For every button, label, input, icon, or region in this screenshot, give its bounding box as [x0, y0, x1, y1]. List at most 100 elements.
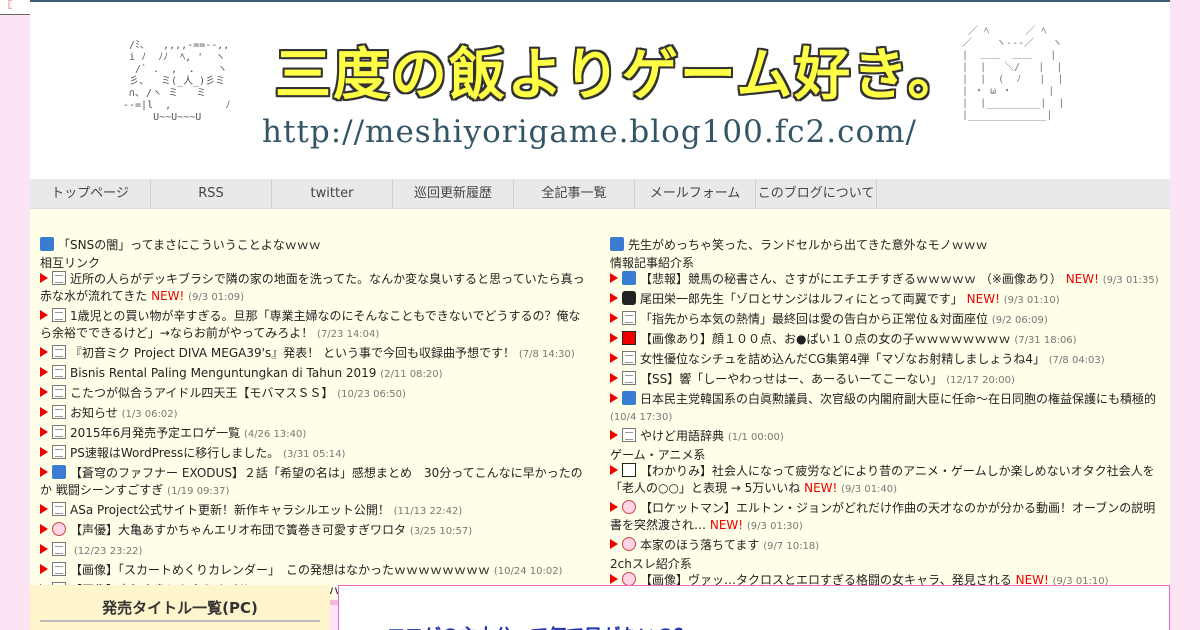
new-badge: NEW!	[151, 289, 185, 303]
feed-item-link[interactable]: 【ロケットマン】エルトン・ジョンがどれだけ作曲の天才なのかが分かる動画！オーブン…	[610, 501, 1155, 532]
site-url[interactable]: http://meshiyorigame.blog100.fc2.com/	[262, 114, 917, 150]
new-badge: NEW!	[804, 481, 838, 495]
feed-item-link[interactable]: 【画像】「スカートめくりカレンダー」 この発想はなかったｗｗｗｗｗｗｗｗ	[70, 563, 490, 577]
feed-item-link[interactable]: 近所の人らがデッキブラシで隣の家の地面を洗ってた。なんか変な臭いすると思っていた…	[40, 272, 585, 303]
item-timestamp: (7/31 18:06)	[1014, 335, 1077, 346]
feed-item[interactable]: Bisnis Rental Paling Menguntungkan di Ta…	[40, 365, 590, 383]
red-arrow-icon	[40, 564, 48, 574]
nav-top-page[interactable]: トップページ	[30, 179, 151, 208]
feed-item-link[interactable]: 2015年6月発売予定エロゲ一覧	[70, 426, 240, 440]
feed-item-link[interactable]: 「SNSの闇」ってまさにこういうことよなｗｗｗ	[58, 238, 321, 252]
feed-item[interactable]: 近所の人らがデッキブラシで隣の家の地面を洗ってた。なんか変な臭いすると思っていた…	[40, 271, 590, 306]
doc-thumbnail-icon	[622, 428, 636, 442]
feed-item[interactable]: ASa Project公式サイト更新！新作キャラシルエット公開！ (11/13 …	[40, 502, 590, 520]
feed-item[interactable]: お知らせ (1/3 06:02)	[40, 405, 590, 423]
item-timestamp: (3/31 05:14)	[283, 449, 346, 460]
red-arrow-icon	[40, 407, 48, 417]
red-arrow-icon	[40, 427, 48, 437]
red-arrow-icon	[40, 273, 48, 283]
feed-item[interactable]: 尾田栄一郎先生「ゾロとサンジはルフィにとって両翼です」 NEW! (9/3 01…	[610, 291, 1160, 309]
pen-thumbnail-icon	[52, 465, 66, 479]
feed-item[interactable]: 2015年6月発売予定エロゲ一覧 (4/26 13:40)	[40, 425, 590, 443]
feed-item[interactable]: 女性優位なシチュを詰め込んだCG集第4弾「マゾなお射精しましょうね4」 (7/8…	[610, 351, 1160, 369]
nav-all-articles[interactable]: 全記事一覧	[514, 179, 635, 208]
feed-item[interactable]: 【わかりみ】社会人になって疲労などにより昔のアニメ・ゲームしか楽しめないオタク社…	[610, 463, 1160, 498]
feed-item-link[interactable]: 【声優】大亀あすかちゃんエリオ布団で簀巻き可愛すぎワロタ	[70, 523, 406, 537]
site-header[interactable]: /ﾐ､ ,,,,-==--,, i ﾉ ﾉﾉ ﾍ, ' ヽ /` . , ． ヽ…	[30, 2, 1170, 179]
feed-item-link[interactable]: 先生がめっちゃ笑った、ランドセルから出てきた意外なモノｗｗｗ	[628, 238, 988, 252]
feed-item-link[interactable]: 日本民主党韓国系の白眞勲議員、次官級の内閣府副大臣に任命～在日同胞の権益保護にも…	[640, 392, 1156, 406]
doc-thumbnail-icon	[52, 502, 66, 516]
red-arrow-icon	[40, 524, 48, 534]
feed-item[interactable]: 「指先から本気の熱情」最終回は愛の告白から正常位＆対面座位 (9/2 06:09…	[610, 311, 1160, 329]
feed-item-link[interactable]: お知らせ	[70, 406, 118, 420]
red-arrow-icon	[40, 504, 48, 514]
red-arrow-icon	[40, 387, 48, 397]
red-arrow-icon	[40, 367, 48, 377]
feed-item[interactable]: 【SS】響「しーやわっせはー、あーるいーてこーない」 (12/17 20:00)	[610, 371, 1160, 389]
feed-item[interactable]: PS速報はWordPressに移行しました。 (3/31 05:14)	[40, 445, 590, 463]
nav-rss[interactable]: RSS	[151, 179, 272, 208]
feed-spacer	[30, 209, 1170, 237]
feed-item[interactable]: 【画像】「スカートめくりカレンダー」 この発想はなかったｗｗｗｗｗｗｗｗ (10…	[40, 562, 590, 580]
nav-about[interactable]: このブログについて	[756, 179, 877, 208]
feed-item-link[interactable]: やけど用語辞典	[640, 429, 724, 443]
face-thumbnail-icon	[622, 500, 636, 514]
feed-item-link[interactable]: 【SS】響「しーやわっせはー、あーるいーてこーない」	[640, 372, 942, 386]
feed-item-link[interactable]: 【悲報】競馬の秘書さん、さすがにエチエチすぎるｗｗｗｗｗ （※画像あり）	[640, 272, 1062, 286]
global-nav: トップページ RSS twitter 巡回更新履歴 全記事一覧 メールフォーム …	[30, 179, 1170, 209]
feed-item[interactable]: 『初音ミク Project DIVA MEGA39's』発表！ という事で今回も…	[40, 345, 590, 363]
feed-item[interactable]: こたつが似合うアイドル四天王【モバマスＳＳ】 (10/23 06:50)	[40, 385, 590, 403]
item-timestamp: (1/3 06:02)	[121, 409, 178, 420]
item-timestamp: (4/26 13:40)	[244, 429, 307, 440]
feed-item-link[interactable]: 「指先から本気の熱情」最終回は愛の告白から正常位＆対面座位	[640, 312, 988, 326]
item-timestamp: (9/7 10:18)	[763, 541, 820, 552]
item-timestamp: (9/3 01:40)	[841, 484, 898, 495]
feed-item[interactable]: 先生がめっちゃ笑った、ランドセルから出てきた意外なモノｗｗｗ	[610, 237, 1160, 254]
feed-item-link[interactable]: 女性優位なシチュを詰め込んだCG集第4弾「マゾなお射精しましょうね4」	[640, 352, 1045, 366]
new-badge: NEW!	[709, 518, 744, 532]
feed-item-link[interactable]: PS速報はWordPressに移行しました。	[70, 446, 279, 460]
feed-item-link[interactable]: 1歳児との買い物が辛すぎる。旦那「専業主婦なのにそんなこともできないでどうするの…	[40, 309, 580, 340]
red-arrow-icon	[610, 273, 618, 283]
feed-item-link[interactable]: 【蒼穹のファフナー EXODUS】２話「希望の名は」感想まとめ 30分ってこんな…	[40, 466, 583, 497]
feed-item[interactable]: 本家のほう落ちてます (9/7 10:18)	[610, 537, 1160, 555]
doc-thumbnail-icon	[52, 562, 66, 576]
item-timestamp: (9/3 01:10)	[1003, 295, 1060, 306]
nav-twitter[interactable]: twitter	[272, 179, 393, 208]
feed-item[interactable]: 【画像あり】顔１００点、お●ぱい１０点の女の子ｗｗｗｗｗｗｗｗ (7/31 18…	[610, 331, 1160, 349]
face-thumbnail-icon	[622, 537, 636, 551]
feed-item-link[interactable]: 【画像あり】顔１００点、お●ぱい１０点の女の子ｗｗｗｗｗｗｗｗ	[640, 332, 1010, 346]
feed-item-link[interactable]: 尾田栄一郎先生「ゾロとサンジはルフィにとって両翼です」	[640, 292, 963, 306]
feed-item[interactable]: 【声優】大亀あすかちゃんエリオ布団で簀巻き可愛すぎワロタ (3/25 10:57…	[40, 522, 590, 540]
item-timestamp: (12/23 23:22)	[73, 546, 143, 557]
feed-item-link[interactable]: ASa Project公式サイト更新！新作キャラシルエット公開！	[70, 503, 390, 517]
feed-item[interactable]: 【ロケットマン】エルトン・ジョンがどれだけ作曲の天才なのかが分かる動画！オーブン…	[610, 500, 1160, 535]
item-timestamp: (7/8 14:30)	[518, 349, 575, 360]
new-badge: NEW!	[966, 292, 1000, 306]
feed-item[interactable]: 日本民主党韓国系の白眞勲議員、次官級の内閣府副大臣に任命～在日同胞の権益保護にも…	[610, 391, 1160, 426]
feed-item[interactable]: やけど用語辞典 (1/1 00:00)	[610, 428, 1160, 446]
feed-item-link[interactable]: 『初音ミク Project DIVA MEGA39's』発表！ という事で今回も…	[70, 346, 515, 360]
feed-item[interactable]: 「SNSの闇」ってまさにこういうことよなｗｗｗ	[40, 237, 590, 254]
feed-item-link[interactable]: Bisnis Rental Paling Menguntungkan di Ta…	[70, 366, 376, 380]
doc-thumbnail-icon	[52, 308, 66, 322]
feed-item-link[interactable]: 本家のほう落ちてます	[640, 538, 759, 552]
feed-item[interactable]: 【悲報】競馬の秘書さん、さすがにエチエチすぎるｗｗｗｗｗ （※画像あり） NEW…	[610, 271, 1160, 289]
item-timestamp: (1/19 09:37)	[167, 486, 230, 497]
item-timestamp: (9/2 06:09)	[991, 315, 1048, 326]
doc-thumbnail-icon	[52, 345, 66, 359]
feed-item[interactable]: (12/23 23:22)	[40, 542, 590, 560]
doc-thumbnail-icon	[52, 425, 66, 439]
pen-thumbnail-icon	[622, 391, 636, 405]
doc-thumbnail-icon	[52, 542, 66, 556]
site-title[interactable]: 三度の飯よりゲーム好き。	[275, 30, 965, 111]
article-title[interactable]: エロゲの主人公って何で目がないの？	[387, 622, 692, 630]
box-thumbnail-icon	[622, 463, 636, 477]
feed-item-link[interactable]: こたつが似合うアイドル四天王【モバマスＳＳ】	[70, 386, 333, 400]
nav-update-history[interactable]: 巡回更新履歴	[393, 179, 514, 208]
feed-item[interactable]: 1歳児との買い物が辛すぎる。旦那「専業主婦なのにそんなこともできないでどうするの…	[40, 308, 590, 343]
nav-mail-form[interactable]: メールフォーム	[635, 179, 756, 208]
item-timestamp: (9/3 01:35)	[1102, 275, 1159, 286]
feed-item[interactable]: 【蒼穹のファフナー EXODUS】２話「希望の名は」感想まとめ 30分ってこんな…	[40, 465, 590, 500]
